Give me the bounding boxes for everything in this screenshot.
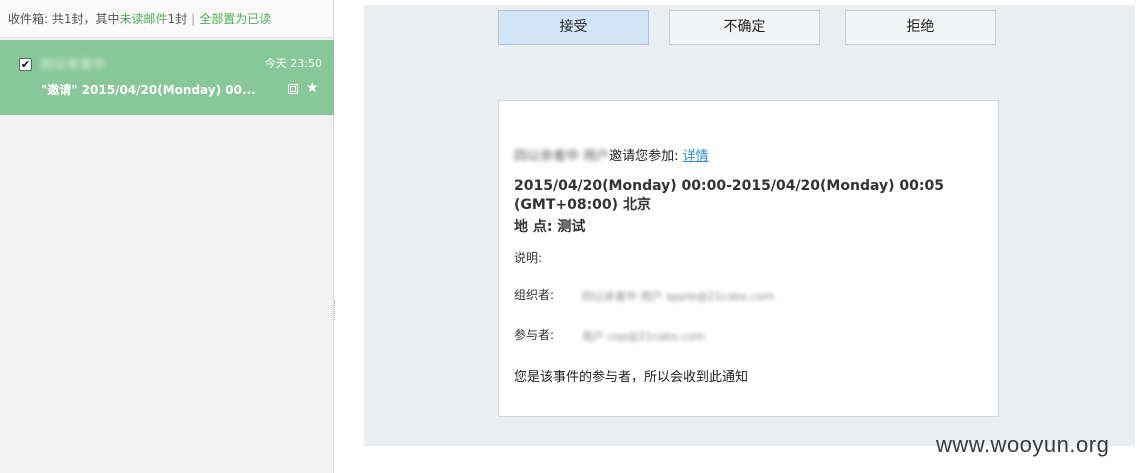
mail-reading-pane: 接受 不确定 拒绝 四以余者中 用户邀请您参加: 详情 2015/04/20(M… [364,5,1135,446]
organizer-label: 组织者: [514,288,555,302]
maybe-button[interactable]: 不确定 [669,10,820,45]
mail-select-checkbox[interactable]: ✔ [19,58,32,71]
mail-sender: 四以余者中 [41,57,107,71]
invitation-card: 四以余者中 用户邀请您参加: 详情 2015/04/20(Monday) 00:… [498,100,999,417]
decline-button[interactable]: 拒绝 [845,10,996,45]
pane-splitter-handle[interactable] [334,300,337,320]
attendee-notice: 您是该事件的参与者，所以会收到此通知 [514,370,749,385]
event-time: 2015/04/20(Monday) 00:00-2015/04/20(Mond… [514,178,944,213]
mail-list-pane: 收件箱: 共1封，其中未读邮件1封 | 全部置为已读 ✔ 四以余者中 今天 23:5… [0,0,334,473]
header-separator: | [191,12,196,26]
attendees-value: 用户 cop@21cake.com [582,330,705,343]
mail-time: 今天 23:50 [264,57,322,70]
inbox-summary: 收件箱: 共1封，其中未读邮件1封 | 全部置为已读 [0,0,333,38]
details-link[interactable]: 详情 [683,149,709,164]
mail-subject: "邀请" 2015/04/20(Monday) 00... [41,83,256,97]
copy-icon[interactable] [288,84,298,94]
mark-all-read-link[interactable]: 全部置为已读 [199,12,271,26]
event-location: 地 点: 测试 [514,219,586,235]
unread-label[interactable]: 未读邮件 [120,12,168,26]
watermark: www.wooyun.org [936,432,1110,457]
organizer-value: 四以余者中 用户 apple@21cake.com [582,290,775,303]
star-icon[interactable]: ★ [306,80,319,96]
invitation-line: 四以余者中 用户邀请您参加: 详情 [514,145,709,164]
unread-count: 1封 [167,12,188,26]
inbox-count-label: 收件箱: 共1封，其中 [8,12,120,26]
inviter-name: 四以余者中 用户 [514,149,610,164]
invite-text: 邀请您参加: [609,149,679,164]
accept-button[interactable]: 接受 [498,10,649,45]
mail-list-item[interactable]: ✔ 四以余者中 今天 23:50 "邀请" 2015/04/20(Monday)… [0,40,334,115]
attendees-label: 参与者: [514,328,555,342]
description-label: 说明: [514,251,543,265]
